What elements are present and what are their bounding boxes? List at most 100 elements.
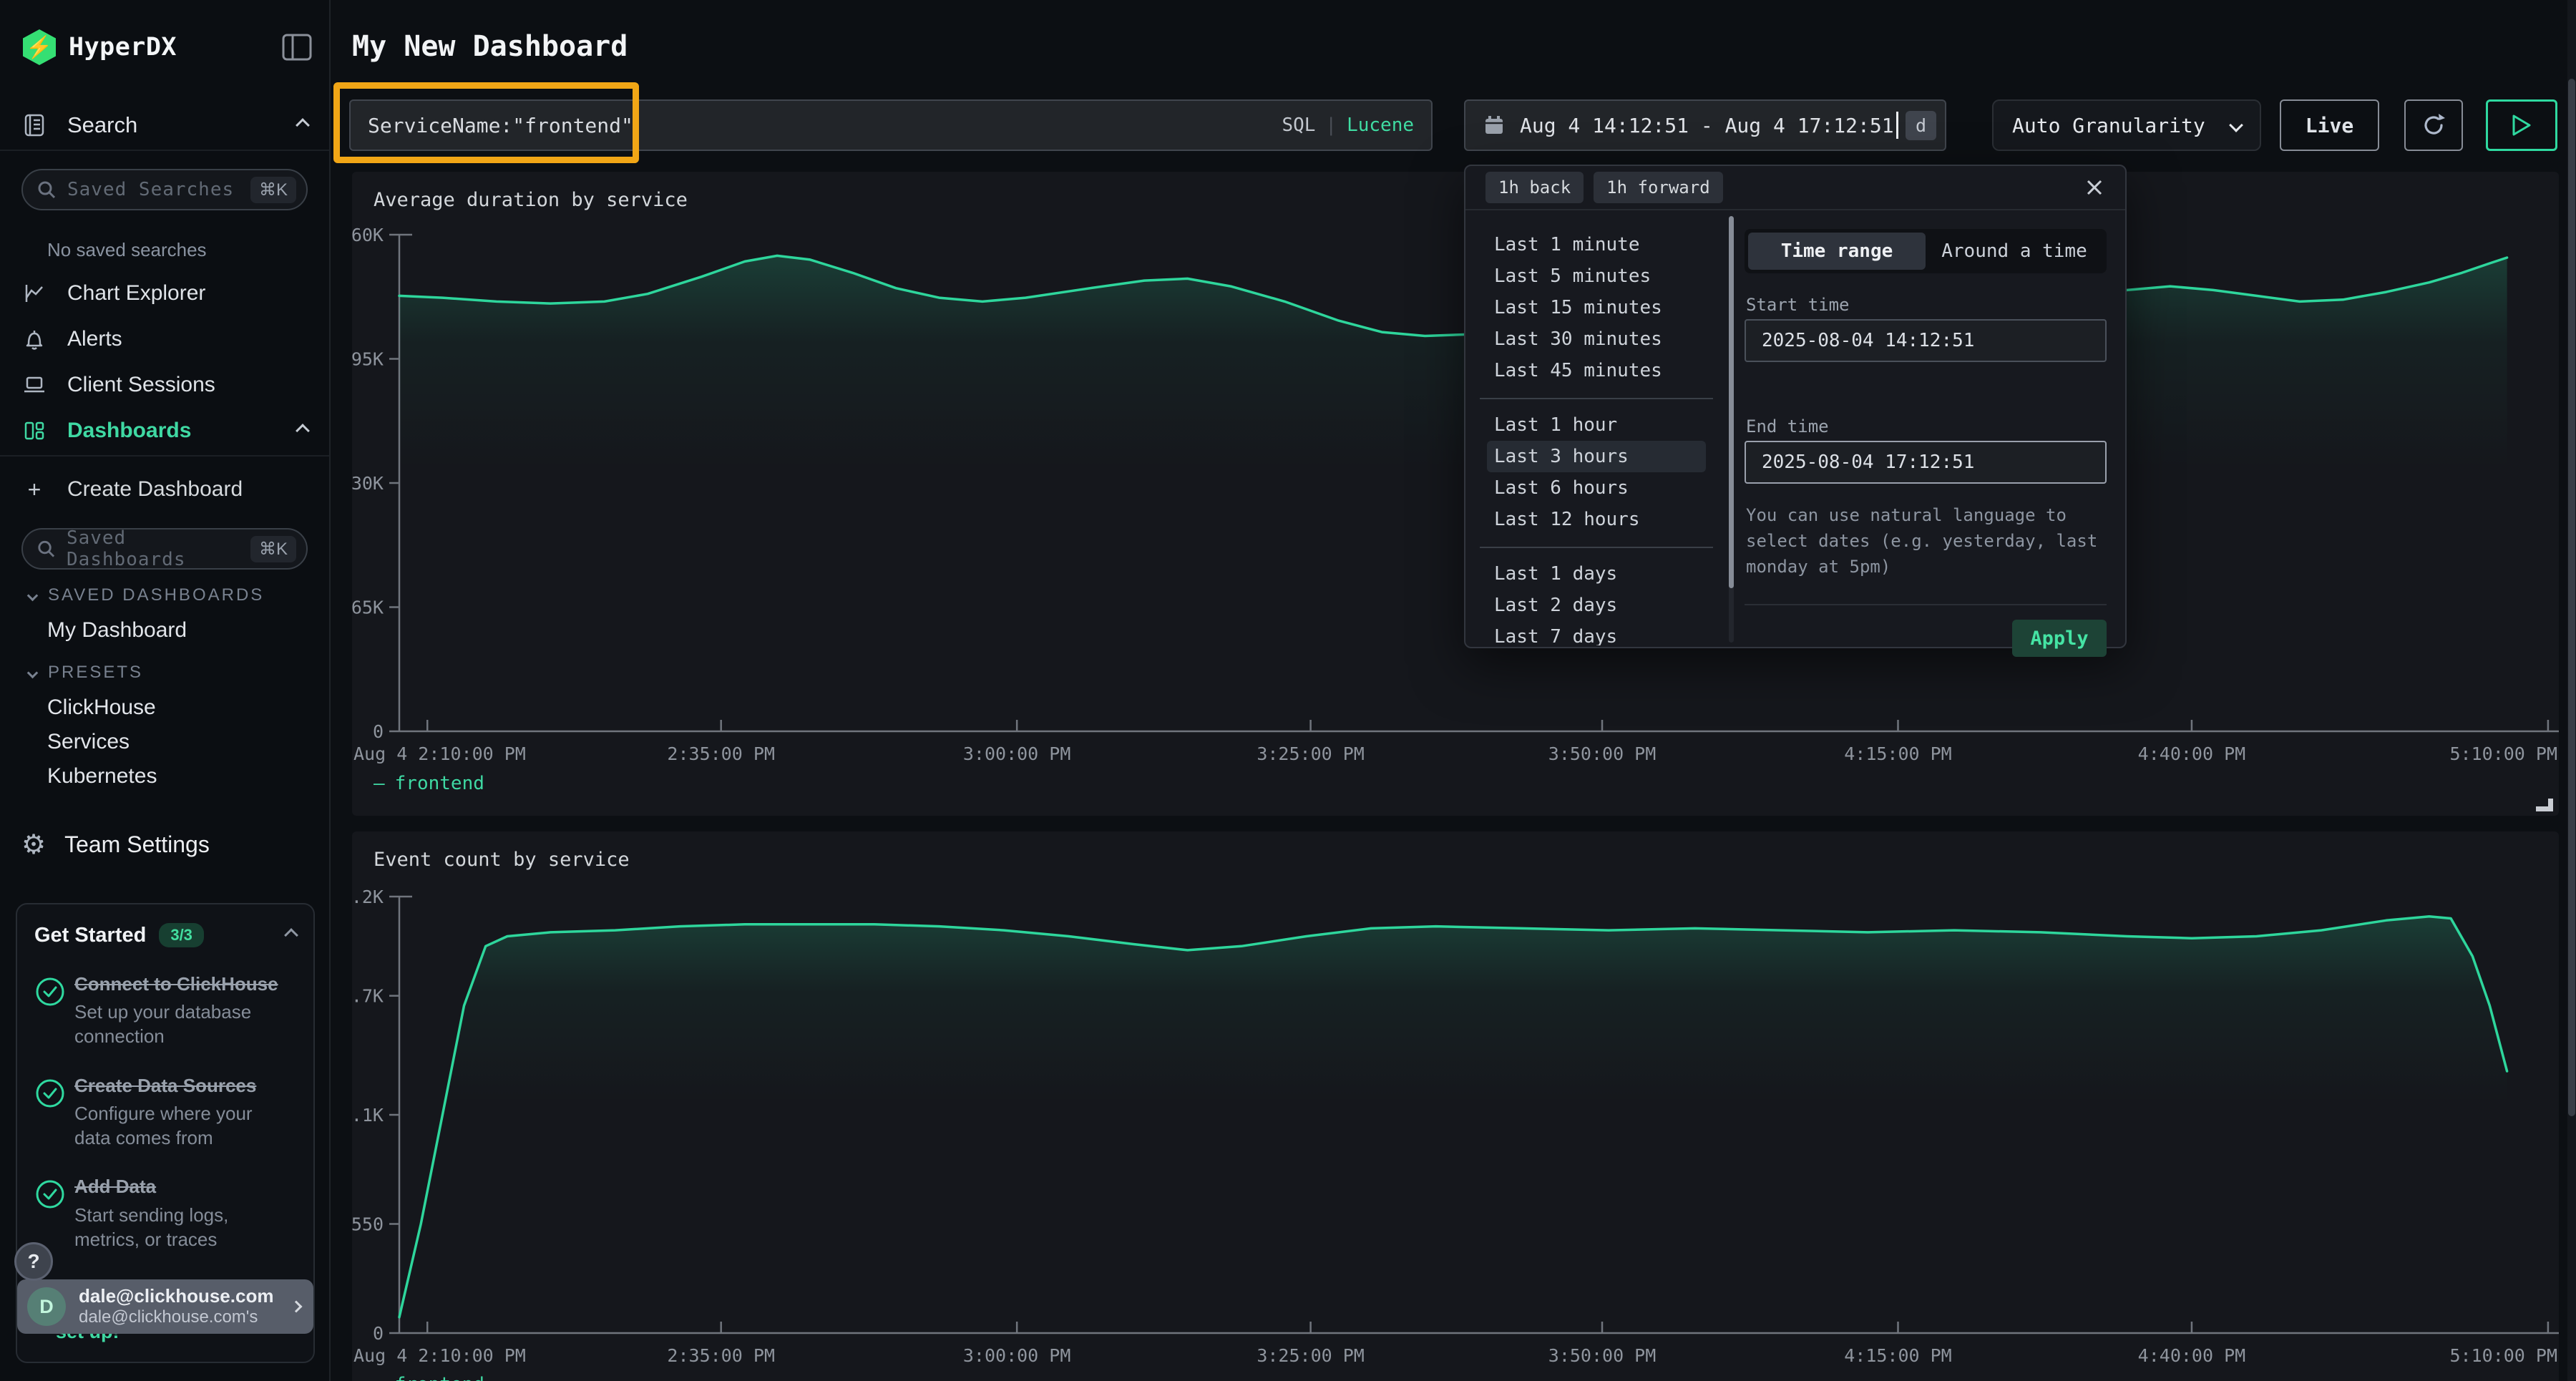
close-button[interactable] <box>2084 177 2105 198</box>
brand-row: ⚡ HyperDX <box>23 29 312 66</box>
no-saved-searches-text: No saved searches <box>47 239 207 261</box>
sidebar-item-dashboards[interactable]: Dashboards <box>0 411 329 451</box>
refresh-button[interactable] <box>2404 99 2463 151</box>
sidebar-item-client-sessions[interactable]: Client Sessions <box>0 365 329 405</box>
relative-time-option[interactable]: Last 1 hour <box>1487 409 1706 441</box>
sql-toggle[interactable]: SQL <box>1282 114 1315 136</box>
relative-time-group: Last 1 minuteLast 5 minutesLast 15 minut… <box>1465 229 1727 386</box>
relative-time-option[interactable]: Last 2 days <box>1487 590 1706 621</box>
divider <box>0 150 329 151</box>
legend-label: frontend <box>395 773 484 794</box>
group-presets[interactable]: PRESETS <box>29 663 143 683</box>
checklist-item-description: Start sending logs, metrics, or traces <box>74 1203 289 1252</box>
brand-name: HyperDX <box>69 33 177 62</box>
relative-time-group: Last 1 hourLast 3 hoursLast 6 hoursLast … <box>1480 398 1713 535</box>
page-scrollbar[interactable] <box>2567 0 2576 1381</box>
lucene-toggle[interactable]: Lucene <box>1347 114 1414 136</box>
relative-time-option[interactable]: Last 3 hours <box>1487 441 1706 472</box>
chevron-down-icon <box>2229 118 2243 132</box>
relative-time-option[interactable]: Last 45 minutes <box>1473 355 1720 386</box>
end-time-input[interactable]: 2025-08-04 17:12:51 <box>1745 441 2107 484</box>
line-chart[interactable]: 05501.1K1.7K2.2KAug 4 2:10:00 PM2:35:00 … <box>352 831 2559 1381</box>
user-menu[interactable]: D dale@clickhouse.com dale@clickhouse.co… <box>17 1279 313 1334</box>
check-circle-icon <box>34 1174 74 1251</box>
chart-legend[interactable]: — frontend <box>374 773 484 794</box>
relative-time-option[interactable]: Last 7 days <box>1487 621 1706 645</box>
time-picker-tabs: Time rangeAround a time <box>1745 229 2107 273</box>
create-dashboard-button[interactable]: + Create Dashboard <box>0 469 329 509</box>
svg-text:550: 550 <box>352 1214 384 1235</box>
scrollbar-thumb[interactable] <box>1729 216 1734 588</box>
chevron-up-icon[interactable] <box>296 118 310 132</box>
chart-card-avg-duration[interactable]: Average duration by service 065K130K195K… <box>352 172 2559 816</box>
sidebar-item-label: Chart Explorer <box>67 281 205 306</box>
time-range-value: Aug 4 14:12:51 - Aug 4 17:12:51 <box>1520 114 1894 137</box>
language-toggle[interactable]: SQL|Lucene <box>1282 114 1414 136</box>
relative-time-option[interactable]: Last 1 days <box>1487 558 1706 590</box>
svg-text:1.1K: 1.1K <box>352 1105 384 1126</box>
svg-text:5:10:00 PM: 5:10:00 PM <box>2449 743 2557 764</box>
checklist-item[interactable]: Create Data Sources Configure where your… <box>34 1073 296 1151</box>
line-chart[interactable]: 065K130K195K260KAug 4 2:10:00 PM2:35:00 … <box>352 172 2559 816</box>
scrollbar[interactable] <box>1729 216 1734 643</box>
legend-marker: — <box>374 1374 385 1381</box>
get-started-checklist: Connect to ClickHouse Set up your databa… <box>34 972 296 1251</box>
saved-searches-input[interactable]: Saved Searches ⌘K <box>21 169 308 210</box>
tab-around-a-time[interactable]: Around a time <box>1926 233 2103 270</box>
sidebar-item-kubernetes[interactable]: Kubernetes <box>47 764 157 789</box>
chart-legend[interactable]: — frontend <box>374 1374 484 1381</box>
relative-time-option[interactable]: Last 15 minutes <box>1473 292 1720 323</box>
group-saved-dashboards[interactable]: SAVED DASHBOARDS <box>29 585 264 605</box>
shift-back-button[interactable]: 1h back <box>1485 172 1584 203</box>
svg-text:65K: 65K <box>352 597 384 618</box>
group-label: PRESETS <box>48 663 143 683</box>
sidebar-item-services[interactable]: Services <box>47 730 130 754</box>
sidebar-item-chart-explorer[interactable]: Chart Explorer <box>0 273 329 313</box>
user-email: dale@clickhouse.com <box>79 1286 273 1307</box>
help-button[interactable]: ? <box>14 1242 53 1281</box>
search-query-input[interactable]: ServiceName:"frontend" SQL|Lucene <box>349 99 1433 151</box>
apply-button[interactable]: Apply <box>2012 620 2107 657</box>
relative-time-option[interactable]: Last 30 minutes <box>1473 323 1720 355</box>
play-icon <box>2511 114 2532 137</box>
tab-time-range[interactable]: Time range <box>1748 233 1926 270</box>
time-picker-right-panel: Time rangeAround a time Start time 2025-… <box>1745 210 2107 647</box>
chevron-up-icon[interactable] <box>284 928 298 942</box>
start-time-input[interactable]: 2025-08-04 14:12:51 <box>1745 319 2107 362</box>
relative-time-option[interactable]: Last 12 hours <box>1487 504 1706 535</box>
resize-handle[interactable] <box>2536 799 2553 811</box>
chevron-right-icon <box>291 1301 303 1313</box>
sidebar-item-clickhouse[interactable]: ClickHouse <box>47 696 156 720</box>
checklist-item[interactable]: Add Data Start sending logs, metrics, or… <box>34 1174 296 1251</box>
chevron-up-icon[interactable] <box>296 424 310 438</box>
sidebar-collapse-icon[interactable] <box>282 33 312 62</box>
time-picker-panel: 1h back 1h forward Last 1 minuteLast 5 m… <box>1464 165 2127 648</box>
sidebar: ⚡ HyperDX Search Saved Searches ⌘K No sa… <box>0 0 331 1381</box>
svg-text:Aug 4 2:10:00 PM: Aug 4 2:10:00 PM <box>353 1345 526 1366</box>
sidebar-item-alerts[interactable]: Alerts <box>0 319 329 359</box>
sidebar-item-team-settings[interactable]: ⚙ Team Settings <box>21 829 210 861</box>
group-label: SAVED DASHBOARDS <box>48 585 264 605</box>
checklist-item-description: Configure where your data comes from <box>74 1101 289 1151</box>
saved-dashboards-input[interactable]: Saved Dashboards ⌘K <box>21 528 308 570</box>
relative-time-option[interactable]: Last 5 minutes <box>1473 260 1720 292</box>
run-query-button[interactable] <box>2486 99 2557 151</box>
shift-forward-button[interactable]: 1h forward <box>1594 172 1723 203</box>
sidebar-item-label: Dashboards <box>67 419 191 443</box>
time-range-input[interactable]: Aug 4 14:12:51 - Aug 4 17:12:51 d <box>1464 99 1946 151</box>
svg-text:5:10:00 PM: 5:10:00 PM <box>2449 1345 2557 1366</box>
live-button[interactable]: Live <box>2280 99 2379 151</box>
sidebar-item-my-dashboard[interactable]: My Dashboard <box>47 618 187 643</box>
svg-text:4:40:00 PM: 4:40:00 PM <box>2138 1345 2246 1366</box>
granularity-select[interactable]: Auto Granularity <box>1992 99 2261 151</box>
checklist-item[interactable]: Connect to ClickHouse Set up your databa… <box>34 972 296 1049</box>
sidebar-item-search[interactable]: Search <box>0 104 329 146</box>
checklist-item-title: Add Data <box>74 1174 289 1199</box>
shortcut-badge: ⌘K <box>250 536 296 562</box>
start-time-label: Start time <box>1746 295 1850 315</box>
relative-time-option[interactable]: Last 6 hours <box>1487 472 1706 504</box>
relative-time-option[interactable]: Last 1 minute <box>1473 229 1720 260</box>
chart-card-event-count[interactable]: Event count by service 05501.1K1.7K2.2KA… <box>352 831 2559 1381</box>
calendar-icon <box>1483 114 1506 137</box>
scrollbar-thumb[interactable] <box>2568 79 2575 1116</box>
